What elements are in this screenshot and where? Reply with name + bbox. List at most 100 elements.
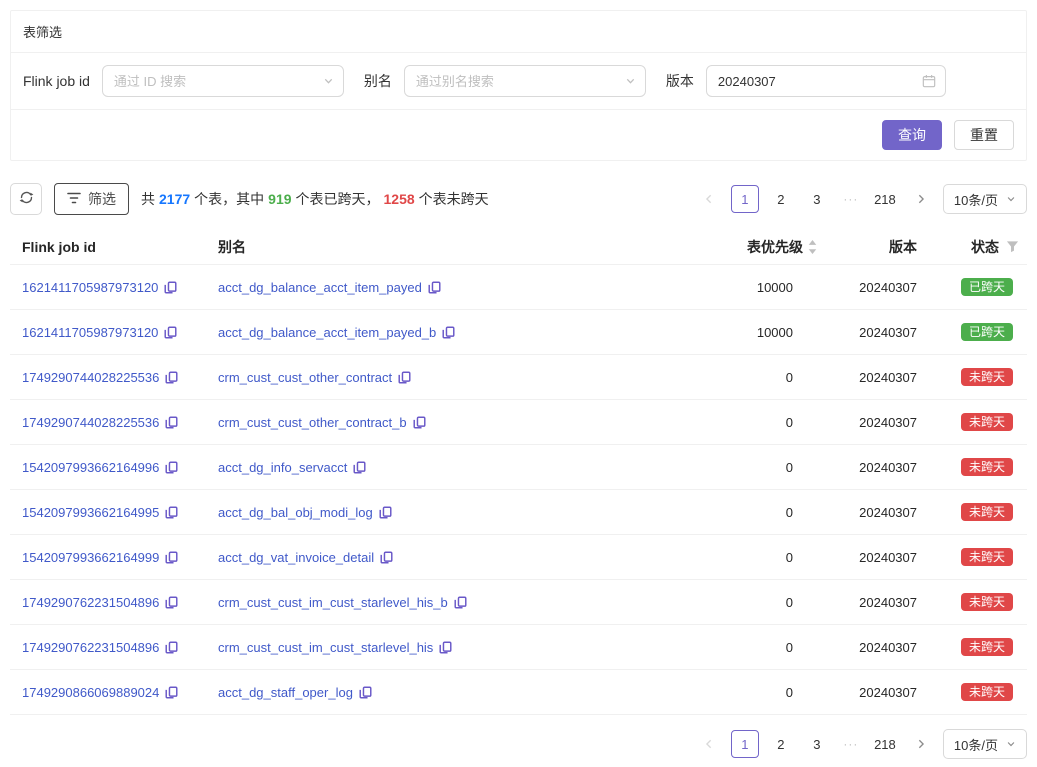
status-cell: 未跨天 bbox=[917, 683, 1027, 701]
page-button-3[interactable]: 3 bbox=[803, 730, 831, 758]
page-button-2[interactable]: 2 bbox=[767, 730, 795, 758]
page-button-2[interactable]: 2 bbox=[767, 185, 795, 213]
refresh-button[interactable] bbox=[10, 183, 42, 215]
alias-link[interactable]: acct_dg_bal_obj_modi_log bbox=[218, 505, 373, 520]
copy-icon[interactable] bbox=[380, 551, 393, 564]
alias-link[interactable]: crm_cust_cust_other_contract_b bbox=[218, 415, 407, 430]
copy-icon[interactable] bbox=[165, 596, 178, 609]
alias-link[interactable]: acct_dg_staff_oper_log bbox=[218, 685, 353, 700]
page-button-last[interactable]: 218 bbox=[871, 730, 899, 758]
alias-select[interactable] bbox=[404, 65, 646, 97]
prev-page-button[interactable] bbox=[695, 185, 723, 213]
version-value: 20240307 bbox=[817, 325, 917, 340]
copy-icon[interactable] bbox=[165, 461, 178, 474]
copy-icon[interactable] bbox=[164, 326, 177, 339]
copy-icon[interactable] bbox=[413, 416, 426, 429]
priority-value: 0 bbox=[687, 640, 817, 655]
status-badge: 未跨天 bbox=[961, 638, 1013, 656]
filter-funnel-icon[interactable] bbox=[1006, 240, 1019, 253]
alias-field: 别名 bbox=[364, 65, 646, 97]
page-button-1[interactable]: 1 bbox=[731, 185, 759, 213]
version-date-picker[interactable] bbox=[706, 65, 946, 97]
copy-icon[interactable] bbox=[359, 686, 372, 699]
copy-icon[interactable] bbox=[454, 596, 467, 609]
table-row: 1749290762231504896 crm_cust_cust_im_cus… bbox=[10, 625, 1027, 670]
prev-page-button[interactable] bbox=[695, 730, 723, 758]
flink-job-id-link[interactable]: 1542097993662164999 bbox=[22, 550, 159, 565]
status-badge: 未跨天 bbox=[961, 368, 1013, 386]
flink-job-id-link[interactable]: 1621411705987973120 bbox=[22, 280, 158, 295]
version-value: 20240307 bbox=[817, 505, 917, 520]
flink-job-id-field: Flink job id bbox=[23, 65, 344, 97]
table-row: 1749290866069889024 acct_dg_staff_oper_l… bbox=[10, 670, 1027, 715]
alias-link[interactable]: crm_cust_cust_other_contract bbox=[218, 370, 392, 385]
flink-job-id-input[interactable] bbox=[102, 65, 344, 97]
table-row: 1542097993662164999 acct_dg_vat_invoice_… bbox=[10, 535, 1027, 580]
alias-cell: crm_cust_cust_other_contract_b bbox=[206, 415, 687, 430]
flink-job-id-link[interactable]: 1749290744028225536 bbox=[22, 415, 159, 430]
copy-icon[interactable] bbox=[353, 461, 366, 474]
copy-icon[interactable] bbox=[165, 416, 178, 429]
table-row: 1542097993662164995 acct_dg_bal_obj_modi… bbox=[10, 490, 1027, 535]
copy-icon[interactable] bbox=[165, 641, 178, 654]
toolbar: 筛选 共2177个表，其中919个表已跨天，1258个表未跨天 1 2 3 ··… bbox=[10, 183, 1027, 215]
copy-icon[interactable] bbox=[379, 506, 392, 519]
chevron-down-icon bbox=[323, 76, 334, 87]
copy-icon[interactable] bbox=[165, 506, 178, 519]
alias-link[interactable]: crm_cust_cust_im_cust_starlevel_his bbox=[218, 640, 433, 655]
page-button-last[interactable]: 218 bbox=[871, 185, 899, 213]
pagination-bottom: 1 2 3 ··· 218 10条/页 bbox=[695, 729, 1027, 759]
alias-link[interactable]: acct_dg_balance_acct_item_payed_b bbox=[218, 325, 436, 340]
flink-job-id-link[interactable]: 1749290762231504896 bbox=[22, 640, 159, 655]
page-size-value: 10条/页 bbox=[954, 190, 998, 209]
alias-link[interactable]: acct_dg_balance_acct_item_payed bbox=[218, 280, 422, 295]
chevron-down-icon bbox=[625, 76, 636, 87]
page-size-select[interactable]: 10条/页 bbox=[943, 184, 1027, 214]
sort-icon[interactable] bbox=[808, 240, 817, 254]
flink-job-id-link[interactable]: 1749290866069889024 bbox=[22, 685, 159, 700]
page-button-1[interactable]: 1 bbox=[731, 730, 759, 758]
flink-job-id-link[interactable]: 1749290744028225536 bbox=[22, 370, 159, 385]
copy-icon[interactable] bbox=[398, 371, 411, 384]
copy-icon[interactable] bbox=[439, 641, 452, 654]
next-page-button[interactable] bbox=[907, 730, 935, 758]
copy-icon[interactable] bbox=[165, 686, 178, 699]
page-size-select[interactable]: 10条/页 bbox=[943, 729, 1027, 759]
priority-value: 0 bbox=[687, 460, 817, 475]
page-ellipsis[interactable]: ··· bbox=[839, 192, 863, 206]
flink-job-id-cell: 1749290744028225536 bbox=[10, 415, 206, 430]
reset-button[interactable]: 重置 bbox=[954, 120, 1014, 150]
alias-link[interactable]: acct_dg_vat_invoice_detail bbox=[218, 550, 374, 565]
flink-job-id-select[interactable] bbox=[102, 65, 344, 97]
flink-job-id-cell: 1621411705987973120 bbox=[10, 325, 206, 340]
column-header-alias[interactable]: 别名 bbox=[206, 237, 687, 257]
page-button-3[interactable]: 3 bbox=[803, 185, 831, 213]
column-header-flink-job-id[interactable]: Flink job id bbox=[10, 239, 206, 255]
copy-icon[interactable] bbox=[442, 326, 455, 339]
page-ellipsis[interactable]: ··· bbox=[839, 737, 863, 751]
priority-value: 0 bbox=[687, 685, 817, 700]
status-badge: 未跨天 bbox=[961, 503, 1013, 521]
column-header-priority[interactable]: 表优先级 bbox=[687, 237, 817, 257]
copy-icon[interactable] bbox=[165, 371, 178, 384]
copy-icon[interactable] bbox=[428, 281, 441, 294]
copy-icon[interactable] bbox=[165, 551, 178, 564]
copy-icon[interactable] bbox=[164, 281, 177, 294]
status-cell: 已跨天 bbox=[917, 278, 1027, 296]
flink-job-id-link[interactable]: 1542097993662164996 bbox=[22, 460, 159, 475]
filter-toggle-button[interactable]: 筛选 bbox=[54, 183, 129, 215]
version-input[interactable] bbox=[706, 65, 946, 97]
flink-job-id-link[interactable]: 1542097993662164995 bbox=[22, 505, 159, 520]
priority-value: 10000 bbox=[687, 325, 817, 340]
column-header-version: 版本 bbox=[817, 237, 917, 257]
filter-card-header: 表筛选 bbox=[11, 11, 1026, 53]
flink-job-id-link[interactable]: 1749290762231504896 bbox=[22, 595, 159, 610]
search-button[interactable]: 查询 bbox=[882, 120, 942, 150]
alias-link[interactable]: acct_dg_info_servacct bbox=[218, 460, 347, 475]
flink-job-id-link[interactable]: 1621411705987973120 bbox=[22, 325, 158, 340]
priority-value: 0 bbox=[687, 550, 817, 565]
summary-prefix: 共 bbox=[141, 191, 155, 207]
alias-input[interactable] bbox=[404, 65, 646, 97]
next-page-button[interactable] bbox=[907, 185, 935, 213]
alias-link[interactable]: crm_cust_cust_im_cust_starlevel_his_b bbox=[218, 595, 448, 610]
